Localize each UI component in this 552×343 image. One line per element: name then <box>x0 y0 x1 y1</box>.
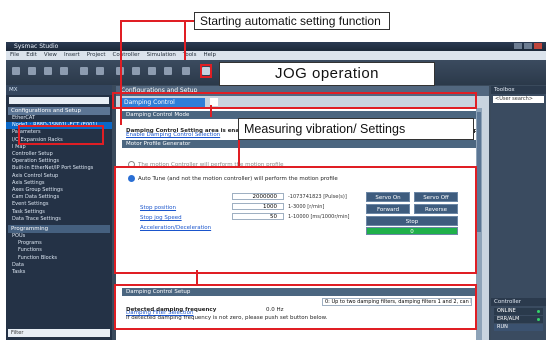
callout-jog: JOG operation <box>219 62 435 86</box>
selected-node-highlight <box>18 125 104 145</box>
cut-icon[interactable] <box>12 67 20 75</box>
build-icon[interactable] <box>164 67 172 75</box>
callout-auto-setting: Starting automatic setting function <box>194 12 390 30</box>
menu-bar: File Edit View Insert Project Controller… <box>6 51 546 60</box>
offline-icon[interactable] <box>132 67 140 75</box>
tree-item-axes-group[interactable]: Axes Group Settings <box>6 187 112 194</box>
leader-jog <box>210 105 212 117</box>
explorer-header: MX <box>6 85 112 95</box>
window-controls <box>514 43 542 49</box>
multiview-explorer: MX Configurations and Setup EtherCAT Nod… <box>6 85 112 340</box>
app-title: Sysmac Studio <box>14 43 59 50</box>
section-config-setup[interactable]: Configurations and Setup <box>8 107 110 115</box>
redo-icon[interactable] <box>96 67 104 75</box>
menu-controller[interactable]: Controller <box>113 51 140 60</box>
jog-operation-highlight <box>114 166 477 274</box>
explorer-search[interactable] <box>9 97 109 104</box>
tree-item-cam-data[interactable]: Cam Data Settings <box>6 194 112 201</box>
filter-box[interactable]: Filter <box>8 329 110 337</box>
section-programming[interactable]: Programming <box>8 225 110 234</box>
minimize-button[interactable] <box>514 43 522 49</box>
monitor-icon[interactable] <box>182 67 190 75</box>
status-online: ONLINE <box>494 308 543 315</box>
toolbox-panel: Toolbox <User search> Controller ONLINE … <box>491 86 546 340</box>
tree-item-functions[interactable]: Functions <box>6 247 112 254</box>
tree-item-controller-setup[interactable]: Controller Setup <box>6 151 112 158</box>
close-button[interactable] <box>534 43 542 49</box>
tree-item-programs[interactable]: Programs <box>6 240 112 247</box>
maximize-button[interactable] <box>524 43 532 49</box>
menu-help[interactable]: Help <box>203 51 216 60</box>
menu-edit[interactable]: Edit <box>26 51 37 60</box>
tree-item-operation-settings[interactable]: Operation Settings <box>6 158 112 165</box>
menu-simulation[interactable]: Simulation <box>147 51 176 60</box>
tree-item-tasks[interactable]: Tasks <box>6 269 112 276</box>
menu-file[interactable]: File <box>10 51 19 60</box>
status-err-alm: ERR/ALM <box>494 316 543 323</box>
delete-icon[interactable] <box>60 67 68 75</box>
tree-item-data-trace[interactable]: Data Trace Settings <box>6 216 112 223</box>
menu-project[interactable]: Project <box>87 51 106 60</box>
leader-selected-node-v <box>120 20 122 125</box>
vibration-settings-highlight <box>114 284 477 330</box>
paste-icon[interactable] <box>44 67 52 75</box>
leader-vibration-2 <box>196 270 198 286</box>
tree-item-pous[interactable]: POUs <box>6 233 112 240</box>
title-bar: Sysmac Studio <box>6 42 546 51</box>
tree-item-axis-control[interactable]: Axis Control Setup <box>6 173 112 180</box>
tree-item-function-blocks[interactable]: Function Blocks <box>6 255 112 262</box>
tree-item-axis-settings[interactable]: Axis Settings <box>6 180 112 187</box>
menu-insert[interactable]: Insert <box>64 51 80 60</box>
tree-item-ethercat[interactable]: EtherCAT <box>6 115 112 122</box>
leader-selected-node-h <box>120 20 186 22</box>
tree-item-event-settings[interactable]: Event Settings <box>6 201 112 208</box>
callout-vibration: Measuring vibration/ Settings <box>238 118 474 140</box>
tree-item-data[interactable]: Data <box>6 262 112 269</box>
scrollbar-thumb[interactable] <box>477 112 481 232</box>
toolbox-header: Toolbox <box>491 86 546 94</box>
toolbox-search[interactable]: <User search> <box>493 96 544 103</box>
motor-profile-header: Motor Profile Generator <box>122 140 477 148</box>
controller-status-header: Controller <box>491 298 546 306</box>
tree-item-ethernet-ip[interactable]: Built-in EtherNet/IP Port Settings <box>6 165 112 172</box>
auto-tuning-highlight <box>200 64 212 78</box>
leader-auto-setting-v <box>184 20 186 60</box>
undo-icon[interactable] <box>80 67 88 75</box>
copy-icon[interactable] <box>28 67 36 75</box>
menu-view[interactable]: View <box>44 51 57 60</box>
synchronize-icon[interactable] <box>148 67 156 75</box>
auto-setting-highlight <box>112 92 477 109</box>
status-run: RUN <box>494 324 543 331</box>
tree-item-task-settings[interactable]: Task Settings <box>6 209 112 216</box>
